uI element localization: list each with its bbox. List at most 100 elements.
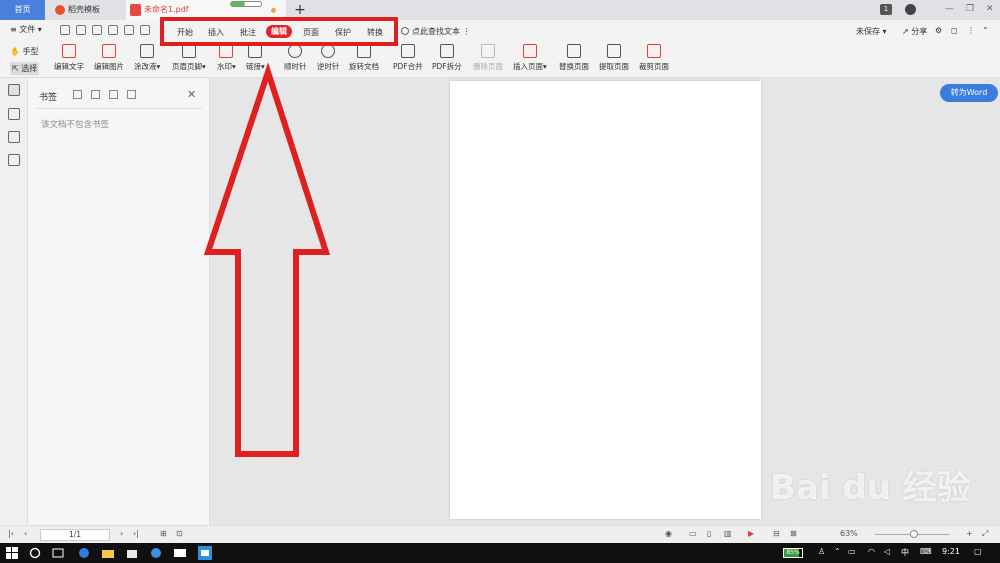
pdf-merge-button[interactable]: PDF合并 (393, 44, 423, 72)
edit-text-button[interactable]: 编辑文字 (54, 44, 84, 72)
mail-icon[interactable] (174, 547, 186, 559)
next-page-icon[interactable]: › (120, 529, 123, 538)
windows-start-icon[interactable] (6, 547, 18, 559)
pdf-split-button[interactable]: PDF拆分 (432, 44, 462, 72)
file-menu[interactable]: ≡ 文件 ▾ (10, 24, 42, 35)
keyboard-icon[interactable]: ⌨ (920, 547, 932, 556)
edit-image-label: 编辑图片 (94, 62, 124, 71)
correction-fluid-label: 涂改液▾ (134, 62, 161, 71)
last-page-icon[interactable]: ›| (133, 529, 139, 538)
edit-image-button[interactable]: 编辑图片 (94, 44, 124, 72)
volume-icon[interactable]: ◁ (884, 547, 890, 556)
bookmark-list-icon[interactable] (127, 90, 136, 99)
taskbar: 85% ♙ ⌃ ▭ ◠ ◁ 中 ⌨ 9:21 ▢ (0, 543, 1000, 563)
network-icon[interactable]: ▭ (848, 547, 856, 556)
wps-office-icon[interactable] (198, 546, 212, 560)
menu-bar: ≡ 文件 ▾ 开始 插入 批注 编辑 页面 保护 转换 点此查找文本 ⋮ 未保存… (0, 20, 1000, 42)
dual-page-icon[interactable]: ▥ (724, 529, 732, 538)
extract-page-icon (607, 44, 621, 58)
page-number-input[interactable]: 1/1 (40, 529, 110, 541)
minimize-button[interactable]: — (945, 4, 954, 14)
expand-tray-icon[interactable]: ⌃ (834, 547, 841, 556)
insert-page-button[interactable]: 插入页面▾ (513, 44, 547, 72)
page-insert-icon[interactable]: ⊞ (160, 529, 167, 538)
tab-docer-templates[interactable]: 稻壳模板 (48, 0, 123, 20)
prev-page-icon[interactable]: ‹ (24, 529, 27, 538)
fit-page-icon[interactable]: ⊟ (773, 529, 780, 538)
continuous-page-icon[interactable]: ▯ (707, 529, 711, 538)
wifi-icon[interactable]: ◠ (868, 547, 875, 556)
file-explorer-icon[interactable] (102, 547, 114, 559)
chevron-down-icon[interactable] (140, 25, 150, 35)
fit-width-icon[interactable]: ⊠ (790, 529, 797, 538)
edge-browser-icon[interactable] (78, 547, 90, 559)
unsaved-status-button[interactable]: 未保存 ▾ (856, 26, 887, 37)
undo-icon[interactable] (108, 25, 118, 35)
delete-page-button[interactable]: 删除页面 (473, 44, 503, 72)
redo-icon[interactable] (124, 25, 134, 35)
eye-protection-icon[interactable]: ◉ (665, 529, 672, 538)
correction-fluid-button[interactable]: 涂改液▾ (134, 44, 160, 72)
bookmark-panel: 书签 ✕ 该文档不包含书签 (28, 78, 210, 525)
settings-icon[interactable]: ⚙ (935, 26, 942, 35)
people-icon[interactable]: ♙ (818, 547, 825, 556)
collapse-ribbon-icon[interactable]: ⌃ (982, 26, 989, 35)
pdf-icon (130, 4, 141, 16)
rotate-document-button[interactable]: 旋转文档 (349, 44, 379, 72)
open-icon[interactable] (60, 25, 70, 35)
notification-icon[interactable]: ▢ (974, 547, 982, 556)
add-bookmark-icon[interactable] (73, 90, 82, 99)
task-view-icon[interactable] (52, 547, 64, 559)
share-button[interactable]: ↗ 分享 (902, 26, 927, 37)
find-text-search[interactable]: 点此查找文本 ⋮ (401, 26, 471, 37)
arrow-up-annotation-icon (203, 62, 331, 457)
store-icon[interactable] (126, 547, 138, 559)
rotate-document-label: 旋转文档 (349, 62, 379, 71)
select-mode-button[interactable]: ⇱ 选择 (10, 62, 40, 75)
more-options-icon[interactable]: ⋮ (967, 26, 975, 35)
battery-indicator[interactable]: 85% (783, 548, 803, 558)
clock[interactable]: 9:21 (942, 547, 960, 556)
crop-page-button[interactable]: 裁剪页面 (639, 44, 669, 72)
search-icon[interactable] (29, 547, 41, 559)
add-sub-bookmark-icon[interactable] (91, 90, 100, 99)
close-panel-button[interactable]: ✕ (187, 88, 196, 101)
more-icon[interactable]: ⋮ (463, 27, 471, 36)
watermark-url: jingyan.baidu.com (770, 511, 900, 527)
bookmark-tools (73, 90, 136, 99)
search-icon (401, 27, 409, 35)
watermark-icon (219, 44, 234, 58)
avatar[interactable] (905, 4, 916, 15)
tab-home[interactable]: 首页 (0, 0, 45, 20)
zoom-in-icon[interactable]: + (966, 529, 973, 538)
clock-app-icon[interactable] (150, 547, 162, 559)
page-view-icon[interactable]: ⊡ (176, 529, 183, 538)
replace-page-button[interactable]: 替换页面 (559, 44, 589, 72)
zoom-slider-handle[interactable] (910, 530, 918, 538)
single-page-icon[interactable]: ▭ (689, 529, 697, 538)
save-icon[interactable] (76, 25, 86, 35)
print-icon[interactable] (92, 25, 102, 35)
bookmark-panel-icon[interactable] (8, 84, 20, 96)
comment-icon[interactable]: ◻ (951, 26, 958, 35)
convert-to-word-button[interactable]: 转为Word (940, 84, 998, 102)
progress-pill (230, 1, 262, 7)
zoom-level[interactable]: 63% (840, 529, 858, 538)
play-icon[interactable]: ▶ (748, 529, 754, 538)
rotate-document-icon (357, 44, 371, 58)
restore-button[interactable]: ❐ (966, 4, 974, 14)
input-method-indicator[interactable]: 中 (901, 547, 909, 558)
window-count-badge[interactable]: 1 (880, 4, 892, 15)
empty-bookmark-message: 该文档不包含书签 (41, 120, 110, 130)
first-page-icon[interactable]: |‹ (8, 529, 14, 538)
thumbnail-icon[interactable] (8, 108, 20, 120)
close-window-button[interactable]: ✕ (986, 4, 994, 14)
attachment-icon[interactable] (8, 154, 20, 166)
extract-page-button[interactable]: 提取页面 (599, 44, 629, 72)
annotation-list-icon[interactable] (8, 131, 20, 143)
pdf-merge-label: PDF合并 (393, 62, 423, 71)
hand-mode-button[interactable]: ✋ 手型 (10, 46, 39, 57)
pdf-page[interactable] (450, 81, 761, 519)
fullscreen-icon[interactable]: ⤢ (982, 529, 988, 539)
edit-bookmark-icon[interactable] (109, 90, 118, 99)
